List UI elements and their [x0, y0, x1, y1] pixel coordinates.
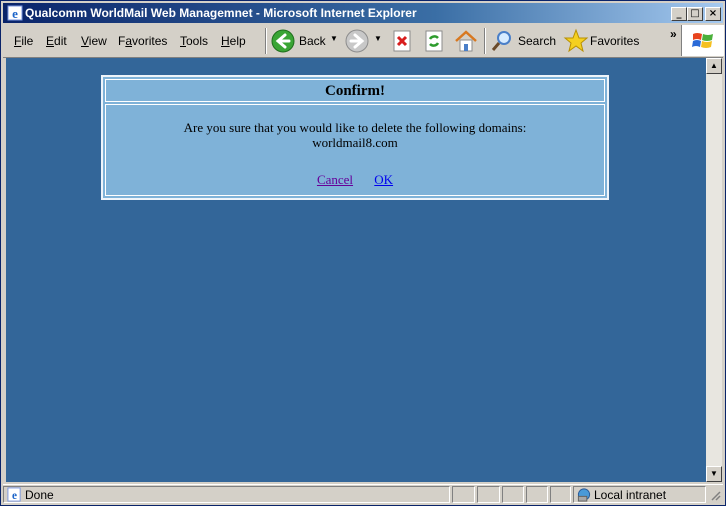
- scroll-up-arrow-icon[interactable]: ▲: [706, 58, 722, 74]
- close-button[interactable]: ×: [705, 7, 721, 21]
- menu-tools[interactable]: Tools: [180, 34, 208, 48]
- toolbar-separator: [265, 28, 267, 54]
- status-text: Done: [25, 488, 54, 502]
- windows-logo-icon: [692, 33, 713, 48]
- home-icon[interactable]: [453, 28, 479, 54]
- svg-text:e: e: [12, 6, 18, 21]
- internet-explorer-icon: e: [7, 5, 23, 21]
- status-pane: [526, 486, 548, 503]
- menu-view[interactable]: View: [81, 34, 107, 48]
- security-zone-label: Local intranet: [594, 488, 667, 502]
- status-pane: [502, 486, 524, 503]
- window-title: Qualcomm WorldMail Web Managemnet - Micr…: [25, 6, 417, 20]
- page-content: Confirm! Are you sure that you would lik…: [6, 58, 706, 482]
- favorites-star-icon[interactable]: [563, 28, 589, 54]
- search-button-label[interactable]: Search: [518, 34, 556, 48]
- resize-grip-icon[interactable]: [709, 489, 721, 501]
- confirm-dialog: Confirm! Are you sure that you would lik…: [101, 75, 609, 200]
- status-bar: e Done Local intranet: [3, 484, 723, 505]
- menu-help[interactable]: Help: [221, 34, 246, 48]
- stop-icon[interactable]: [391, 30, 413, 52]
- page-icon: e: [7, 487, 21, 502]
- favorites-button-label[interactable]: Favorites: [590, 34, 639, 48]
- status-pane: [452, 486, 475, 503]
- back-button-label[interactable]: Back: [299, 34, 326, 48]
- menu-edit[interactable]: Edit: [46, 34, 67, 48]
- forward-arrow-icon[interactable]: [345, 29, 369, 53]
- domain-name: worldmail8.com: [312, 135, 398, 150]
- refresh-icon[interactable]: [423, 30, 445, 52]
- search-icon[interactable]: [490, 29, 514, 53]
- toolbar-separator: [484, 28, 486, 54]
- ok-link[interactable]: OK: [374, 172, 393, 187]
- confirm-message: Are you sure that you would like to dele…: [183, 120, 527, 135]
- maximize-button[interactable]: □: [687, 7, 703, 21]
- minimize-button[interactable]: _: [671, 7, 687, 21]
- security-zone-pane: Local intranet: [573, 486, 706, 503]
- dialog-body: Are you sure that you would like to dele…: [105, 104, 605, 196]
- back-arrow-icon[interactable]: [271, 29, 295, 53]
- browser-window: e Qualcomm WorldMail Web Managemnet - Mi…: [0, 0, 726, 506]
- back-dropdown-icon[interactable]: ▼: [330, 34, 338, 43]
- cancel-link[interactable]: Cancel: [317, 172, 353, 187]
- menu-favorites[interactable]: Favorites: [118, 34, 167, 48]
- title-bar[interactable]: e Qualcomm WorldMail Web Managemnet - Mi…: [3, 3, 723, 23]
- status-pane-main: e Done: [3, 486, 450, 503]
- vertical-scrollbar[interactable]: ▲ ▼: [706, 58, 722, 482]
- svg-text:e: e: [12, 490, 17, 502]
- dialog-actions: Cancel OK: [106, 172, 604, 188]
- windows-logo-area: [681, 25, 724, 56]
- menu-file[interactable]: File: [14, 34, 33, 48]
- status-pane: [477, 486, 500, 503]
- status-pane: [550, 486, 571, 503]
- local-intranet-icon: [577, 488, 591, 502]
- menu-toolbar: File Edit View Favorites Tools Help Back…: [3, 25, 724, 58]
- forward-dropdown-icon[interactable]: ▼: [374, 34, 382, 43]
- scroll-down-arrow-icon[interactable]: ▼: [706, 466, 722, 482]
- toolbar-overflow-chevron[interactable]: »: [670, 27, 677, 41]
- dialog-title: Confirm!: [105, 79, 605, 102]
